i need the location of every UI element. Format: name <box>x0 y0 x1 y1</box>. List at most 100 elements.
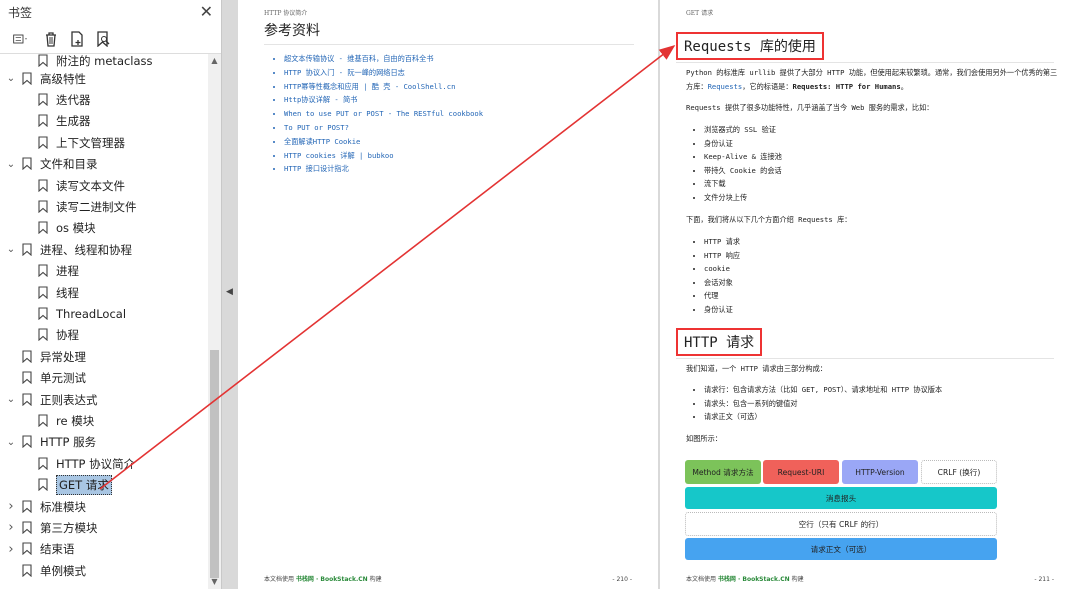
feature-item: 身份认证 <box>704 137 782 151</box>
bookmark-icon <box>22 350 34 364</box>
bookmark-icon <box>22 521 34 535</box>
bookmark-item[interactable]: 单元测试 <box>0 367 207 388</box>
bookmark-label: 标准模块 <box>40 499 86 514</box>
bookmarks-toolbar <box>0 24 221 54</box>
chevron-down-icon[interactable]: ⌄ <box>4 394 18 405</box>
reference-link[interactable]: Http协议详解 - 简书 <box>284 93 483 107</box>
chevron-down-icon[interactable]: ⌄ <box>4 437 18 448</box>
bookmark-item[interactable]: 上下文管理器 <box>0 132 207 153</box>
bookmark-label: 第三方模块 <box>40 520 98 535</box>
bookmark-item[interactable]: 异常处理 <box>0 346 207 367</box>
requests-link[interactable]: Requests <box>708 82 743 91</box>
diagram-method-box: Method 请求方法 <box>685 460 761 484</box>
bookmark-item[interactable]: 迭代器 <box>0 89 207 110</box>
bookmark-item[interactable]: 单例模式 <box>0 560 207 581</box>
reference-link[interactable]: HTTP 协议入门 - 阮一峰的网络日志 <box>284 66 483 80</box>
feature-item: 流下载 <box>704 177 782 191</box>
requests-heading-wrap: Requests 库的使用 <box>676 32 1054 63</box>
bookmark-icon <box>22 564 34 578</box>
collapse-arrow-icon[interactable]: ◀ <box>226 287 233 297</box>
reference-link[interactable]: 全面解读HTTP Cookie <box>284 135 483 149</box>
bookmark-item[interactable]: › 结束语 <box>0 539 207 560</box>
reference-link[interactable]: 超文本传输协议 - 维基百科，自由的百科全书 <box>284 52 483 66</box>
bookmark-icon <box>22 72 34 86</box>
requests-heading: Requests 库的使用 <box>676 32 824 60</box>
scroll-thumb[interactable] <box>210 350 219 578</box>
chevron-down-icon[interactable]: ⌄ <box>4 73 18 84</box>
feature-item: 浏览器式的 SSL 验证 <box>704 123 782 137</box>
bookmark-item[interactable]: HTTP 协议简介 <box>0 453 207 474</box>
bookmark-item[interactable]: os 模块 <box>0 218 207 239</box>
close-icon[interactable]: ✕ <box>200 4 213 20</box>
topic-item: 代理 <box>704 289 740 303</box>
bookmark-item[interactable]: 进程 <box>0 261 207 282</box>
bookmark-label: re 模块 <box>56 413 95 428</box>
bookmark-icon <box>38 286 50 300</box>
bookmark-item[interactable]: 读写二进制文件 <box>0 196 207 217</box>
bookmark-item[interactable]: 读写文本文件 <box>0 175 207 196</box>
page-number: - 210 - <box>612 576 632 583</box>
bookmark-label: 异常处理 <box>40 349 86 364</box>
bookmark-label: HTTP 协议简介 <box>56 456 136 471</box>
bookmark-label: 单元测试 <box>40 371 86 386</box>
scroll-down-icon[interactable]: ▼ <box>208 575 221 589</box>
delete-bookmark-icon[interactable] <box>42 30 60 48</box>
chevron-right-icon[interactable]: › <box>4 542 18 557</box>
bookmark-icon <box>22 157 34 171</box>
bookmark-item[interactable]: ⌄ 正则表达式 <box>0 389 207 410</box>
reference-link[interactable]: HTTP幂等性概念和应用 | 酷 壳 - CoolShell.cn <box>284 80 483 94</box>
bookmark-item[interactable]: 生成器 <box>0 111 207 132</box>
bookmarks-title: 书签 <box>8 5 33 20</box>
references-list: 超文本传输协议 - 维基百科，自由的百科全书HTTP 协议入门 - 阮一峰的网络… <box>284 52 483 176</box>
chevron-right-icon[interactable]: › <box>4 520 18 535</box>
chevron-down-icon[interactable]: ⌄ <box>4 244 18 255</box>
bookmark-icon <box>22 542 34 556</box>
bookmark-icon <box>38 93 50 107</box>
reference-link[interactable]: To PUT or POST? <box>284 121 483 135</box>
running-head: HTTP 协议简介 <box>264 10 308 17</box>
add-bookmark-icon[interactable] <box>68 30 86 48</box>
bookmark-icon <box>38 307 50 321</box>
topic-item: 会话对象 <box>704 276 740 290</box>
scroll-up-icon[interactable]: ▲ <box>208 54 221 68</box>
bookmark-label: 进程 <box>56 264 79 279</box>
chevron-down-icon[interactable]: ⌄ <box>4 159 18 170</box>
bookmark-item[interactable]: ⌄ 进程、线程和协程 <box>0 239 207 260</box>
request-parts-list: 请求行：包含请求方法（比如 GET, POST）、请求地址和 HTTP 协议版本… <box>704 383 942 424</box>
reference-link[interactable]: HTTP 接口设计指北 <box>284 162 483 176</box>
bookmark-label: 单例模式 <box>40 563 86 578</box>
http-request-heading-wrap: HTTP 请求 <box>676 328 1054 359</box>
bookmark-item[interactable]: ⌄ 文件和目录 <box>0 154 207 175</box>
bookmark-item[interactable]: 线程 <box>0 282 207 303</box>
bookmark-item[interactable]: GET 请求 <box>0 474 207 496</box>
bookmark-icon <box>38 136 50 150</box>
topic-item: HTTP 响应 <box>704 249 740 263</box>
bookmark-item[interactable]: ThreadLocal <box>0 303 207 324</box>
bookmark-item[interactable]: ⌄ HTTP 服务 <box>0 432 207 453</box>
sidebar-scrollbar[interactable]: ▲ ▼ <box>208 54 221 589</box>
bookmark-label: 迭代器 <box>56 93 91 108</box>
diagram-version-box: HTTP-Version <box>842 460 918 484</box>
bookmark-item[interactable]: re 模块 <box>0 410 207 431</box>
reference-link[interactable]: HTTP cookies 详解 | bubkoo <box>284 149 483 163</box>
diagram-blank-line-box: 空行（只有 CRLF 的行） <box>685 512 997 536</box>
find-bookmark-icon[interactable] <box>94 30 112 48</box>
bookmark-label: 附注的 metaclass <box>56 54 153 68</box>
diagram-body-box: 请求正文（可选） <box>685 538 997 560</box>
bookmark-item[interactable]: › 标准模块 <box>0 496 207 517</box>
pdf-page-right: GET 请求 Requests 库的使用 Python 的标准库 urllib … <box>660 0 1080 589</box>
bookmark-item[interactable]: 协程 <box>0 325 207 346</box>
bookmark-item[interactable]: ⌄ 高级特性 <box>0 68 207 89</box>
bookmark-label: HTTP 服务 <box>40 435 97 450</box>
http-request-heading: HTTP 请求 <box>676 328 763 356</box>
figure-intro: 如图所示： <box>686 434 722 443</box>
reference-link[interactable]: When to use PUT or POST - The RESTful co… <box>284 107 483 121</box>
page-number: - 211 - <box>1034 576 1054 583</box>
bookmark-label: 读写二进制文件 <box>56 200 137 215</box>
bookmarks-panel: 书签 ✕ 附注的 metaclass ⌄ 高级特性迭代器生成器 上下文管理器 ⌄ 文件和目… <box>0 0 222 589</box>
chevron-right-icon[interactable]: › <box>4 499 18 514</box>
options-menu-icon[interactable] <box>8 30 34 48</box>
bookmark-item[interactable]: › 第三方模块 <box>0 517 207 538</box>
bookmark-label: GET 请求 <box>56 475 112 496</box>
bookmark-item[interactable]: 附注的 metaclass <box>0 54 207 68</box>
